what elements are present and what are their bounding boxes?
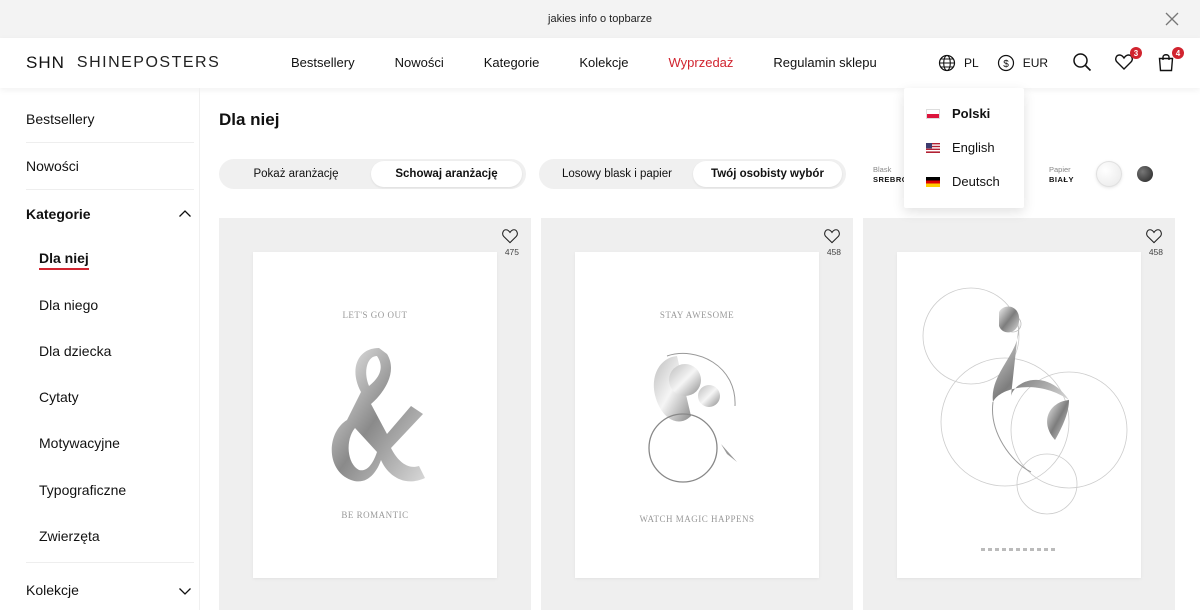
nav-kolekcje[interactable]: Kolekcje bbox=[579, 55, 628, 70]
like-count: 475 bbox=[504, 247, 519, 257]
chevron-down-icon bbox=[179, 588, 191, 595]
divider bbox=[26, 562, 194, 563]
nav-regulamin[interactable]: Regulamin sklepu bbox=[773, 55, 876, 70]
topbar-text: jakies info o topbarze bbox=[548, 13, 652, 25]
flag-us-icon bbox=[926, 142, 940, 153]
poster-image: STAY AWESOME WATCH MAGIC HAPPENS bbox=[575, 252, 819, 578]
paper-value: BIAŁY bbox=[1049, 175, 1074, 184]
search-icon bbox=[1073, 53, 1092, 72]
language-option-label: Polski bbox=[952, 106, 991, 121]
cart-button[interactable]: 4 bbox=[1156, 47, 1185, 74]
dollar-icon: $ bbox=[997, 54, 1014, 72]
main-nav: Bestsellery Nowości Kategorie Kolekcje W… bbox=[291, 55, 917, 70]
svg-text:$: $ bbox=[1003, 59, 1009, 70]
language-option-english[interactable]: English bbox=[926, 140, 995, 155]
language-option-label: Deutsch bbox=[952, 174, 1000, 189]
search-button[interactable] bbox=[1072, 52, 1094, 74]
sidebar-item-bestsellery[interactable]: Bestsellery bbox=[26, 111, 94, 127]
heart-icon[interactable] bbox=[823, 228, 841, 244]
sidebar-subitem-cytaty[interactable]: Cytaty bbox=[39, 389, 79, 405]
close-icon[interactable] bbox=[1164, 11, 1180, 27]
topbar: jakies info o topbarze bbox=[0, 0, 1200, 38]
divider bbox=[26, 142, 194, 143]
poster-bottom-text: WATCH MAGIC HAPPENS bbox=[639, 514, 755, 524]
poster-image bbox=[897, 252, 1141, 578]
language-selector[interactable]: PL bbox=[938, 54, 979, 72]
header: SHN SHINEPOSTERS Bestsellery Nowości Kat… bbox=[0, 38, 1200, 88]
hide-arrangement-option[interactable]: Schowaj aranżację bbox=[371, 161, 522, 187]
poster-bottom-text: BE ROMANTIC bbox=[341, 510, 409, 520]
nav-wyprzedaz[interactable]: Wyprzedaż bbox=[669, 55, 734, 70]
logo-mark: SHN bbox=[26, 53, 65, 72]
nav-nowosci[interactable]: Nowości bbox=[395, 55, 444, 70]
flag-de-icon bbox=[926, 176, 940, 187]
shine-value: SREBRO bbox=[873, 175, 909, 184]
currency-selector[interactable]: $ EUR bbox=[997, 54, 1048, 72]
personal-choice-option[interactable]: Twój osobisty wybór bbox=[693, 161, 842, 187]
header-actions: PL $ EUR 3 4 bbox=[938, 47, 1185, 74]
sidebar-subitem-motywacyjne[interactable]: Motywacyjne bbox=[39, 435, 120, 451]
logo-text: SHINEPOSTERS bbox=[76, 54, 221, 71]
shine-label: Blask bbox=[873, 165, 892, 174]
paper-white-swatch[interactable] bbox=[1096, 161, 1122, 187]
language-menu: Polski English Deutsch bbox=[904, 88, 1024, 208]
globe-icon bbox=[938, 54, 956, 72]
nav-bestsellery[interactable]: Bestsellery bbox=[291, 55, 355, 70]
ampersand-artwork bbox=[648, 352, 737, 483]
language-option-deutsch[interactable]: Deutsch bbox=[926, 174, 1000, 189]
language-code: PL bbox=[964, 56, 979, 70]
sidebar-subitem-zwierzeta[interactable]: Zwierzęta bbox=[39, 528, 100, 544]
poster-top-text: STAY AWESOME bbox=[659, 310, 735, 320]
swirl-artwork bbox=[922, 287, 1128, 515]
sidebar-item-nowosci[interactable]: Nowości bbox=[26, 158, 79, 174]
sidebar-item-kolekcje[interactable]: Kolekcje bbox=[0, 576, 200, 602]
logo[interactable]: SHN SHINEPOSTERS bbox=[26, 53, 220, 73]
product-card[interactable]: 475 LET'S GO OUT BE ROMANTIC bbox=[219, 218, 531, 610]
product-card[interactable]: 458 bbox=[863, 218, 1175, 610]
heart-icon[interactable] bbox=[501, 228, 519, 244]
paper-black-swatch[interactable] bbox=[1137, 166, 1153, 182]
arrangement-toggle: Pokaż aranżację Schowaj aranżację bbox=[219, 159, 526, 189]
divider bbox=[26, 189, 194, 190]
flag-pl-icon bbox=[926, 108, 940, 119]
selection-toggle: Losowy blask i papier Twój osobisty wybó… bbox=[539, 159, 846, 189]
poster-top-text: LET'S GO OUT bbox=[342, 310, 408, 320]
random-shine-paper-option[interactable]: Losowy blask i papier bbox=[541, 161, 693, 187]
chevron-up-icon bbox=[179, 210, 191, 217]
ampersand-artwork bbox=[331, 348, 425, 482]
paper-label: Papier bbox=[1049, 165, 1071, 174]
like-count: 458 bbox=[826, 247, 841, 257]
heart-icon[interactable] bbox=[1145, 228, 1163, 244]
sidebar-subitem-typograficzne[interactable]: Typograficzne bbox=[39, 482, 126, 498]
page-title: Dla niej bbox=[219, 110, 280, 129]
wishlist-button[interactable]: 3 bbox=[1114, 47, 1143, 74]
sidebar-subitem-dla-dziecka[interactable]: Dla dziecka bbox=[39, 343, 111, 359]
show-arrangement-option[interactable]: Pokaż aranżację bbox=[221, 161, 371, 187]
sidebar-item-kolekcje-label: Kolekcje bbox=[26, 582, 79, 598]
like-count: 458 bbox=[1148, 247, 1163, 257]
sidebar-subitem-dla-niej[interactable]: Dla niej bbox=[39, 250, 89, 270]
product-card[interactable]: 458 STAY AWESOME WATCH MAGIC HAPPENS bbox=[541, 218, 853, 610]
nav-kategorie[interactable]: Kategorie bbox=[484, 55, 540, 70]
wishlist-count-badge: 3 bbox=[1130, 47, 1143, 59]
sidebar-item-kategorie[interactable]: Kategorie bbox=[0, 200, 200, 226]
sidebar: Bestsellery Nowości Kategorie Dla niej D… bbox=[0, 88, 200, 610]
cart-count-badge: 4 bbox=[1172, 47, 1185, 59]
currency-code: EUR bbox=[1022, 56, 1049, 70]
language-option-polski[interactable]: Polski bbox=[926, 106, 990, 121]
language-option-label: English bbox=[952, 140, 995, 155]
poster-image: LET'S GO OUT BE ROMANTIC bbox=[253, 252, 497, 578]
sidebar-item-kategorie-label: Kategorie bbox=[26, 206, 91, 222]
sidebar-subitem-dla-niego[interactable]: Dla niego bbox=[39, 297, 98, 313]
poster-fine-print bbox=[981, 548, 1057, 551]
